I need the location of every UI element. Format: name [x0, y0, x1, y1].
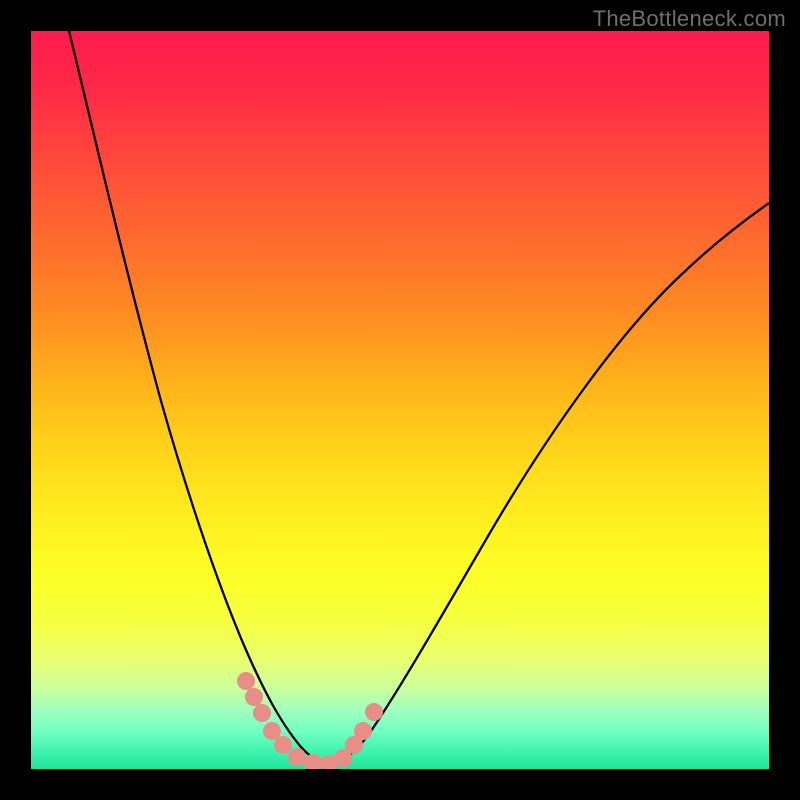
- data-marker: [237, 672, 255, 690]
- data-marker: [288, 748, 306, 766]
- data-marker: [354, 722, 372, 740]
- data-marker: [253, 704, 271, 722]
- data-marker: [245, 688, 263, 706]
- curve-right: [328, 203, 769, 764]
- data-marker: [263, 722, 281, 740]
- curve-left: [69, 31, 328, 764]
- watermark-text: TheBottleneck.com: [593, 6, 786, 32]
- chart-overlay: [31, 31, 769, 769]
- data-marker: [365, 703, 383, 721]
- data-marker: [274, 736, 292, 754]
- data-marker: [304, 754, 322, 769]
- chart-frame: TheBottleneck.com: [0, 0, 800, 800]
